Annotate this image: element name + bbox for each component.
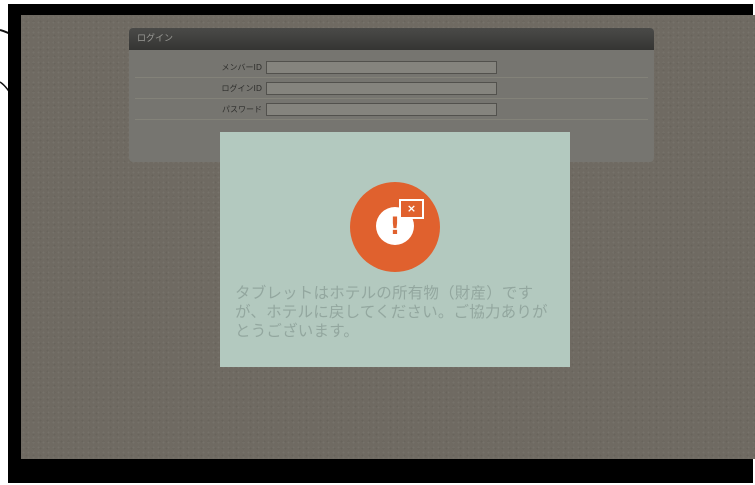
login-id-row: ログインID	[135, 78, 648, 99]
login-id-input[interactable]	[266, 81, 497, 95]
dialog-message-line: が、ホテルに戻してください。ご協力ありが	[235, 303, 548, 321]
member-id-row: メンバーID	[135, 57, 648, 78]
tablet-screen: ログイン メンバーID ログインID パスワード ! × タブレットはホテルの所…	[21, 15, 755, 459]
password-label: パスワード	[222, 104, 262, 114]
member-id-input[interactable]	[266, 60, 497, 74]
password-input[interactable]	[266, 102, 497, 116]
member-id-label: メンバーID	[221, 62, 262, 72]
login-header: ログイン	[129, 28, 654, 50]
close-icon[interactable]: ×	[399, 199, 424, 219]
login-form: メンバーID ログインID パスワード	[129, 50, 654, 140]
password-row: パスワード	[135, 99, 648, 120]
tablet-frame: ログイン メンバーID ログインID パスワード ! × タブレットはホテルの所…	[8, 4, 755, 483]
dialog-message-line: タブレットはホテルの所有物（財産）です	[235, 284, 534, 302]
dialog-message-line: とうございます。	[235, 322, 360, 340]
property-notice-dialog: ! × タブレットはホテルの所有物（財産）です が、ホテルに戻してください。ご協…	[220, 132, 570, 367]
alert-icon: ! ×	[350, 182, 440, 272]
dialog-message: タブレットはホテルの所有物（財産）です が、ホテルに戻してください。ご協力ありが…	[235, 284, 565, 341]
login-id-label: ログインID	[221, 83, 262, 93]
